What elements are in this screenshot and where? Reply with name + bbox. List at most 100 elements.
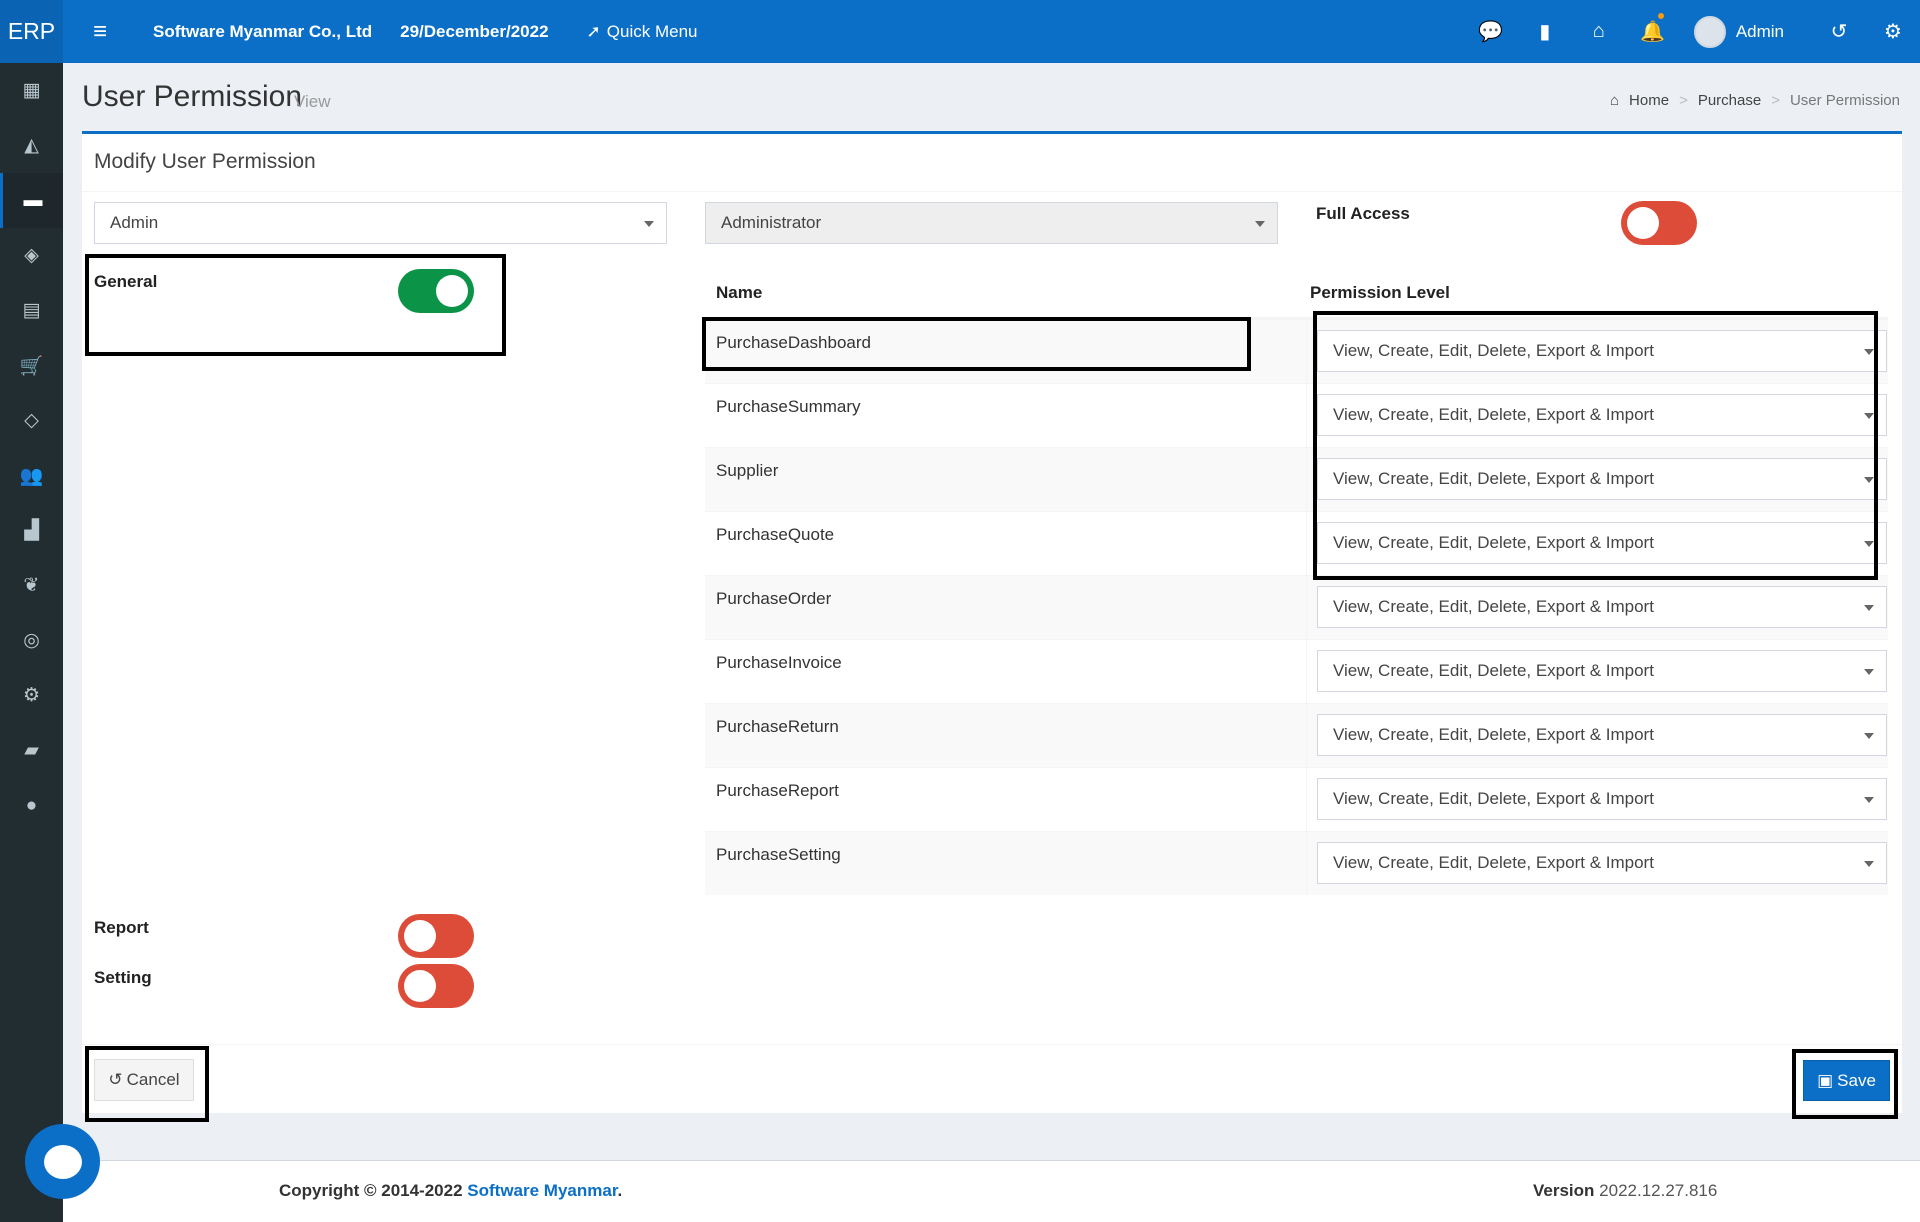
calculator-icon[interactable]: ▦ xyxy=(0,63,63,118)
chat-icon xyxy=(43,1144,82,1179)
permission-level-value: View, Create, Edit, Delete, Export & Imp… xyxy=(1333,789,1654,808)
chevron-down-icon xyxy=(644,221,654,227)
permission-level-select[interactable]: View, Create, Edit, Delete, Export & Imp… xyxy=(1317,586,1887,628)
gear-icon[interactable]: ⚙ xyxy=(1866,19,1920,44)
chevron-down-icon xyxy=(1864,669,1874,675)
full-access-label: Full Access xyxy=(1316,204,1410,223)
page-title: User Permission xyxy=(82,80,303,113)
users-icon[interactable]: 👥 xyxy=(0,448,63,503)
column-header-level: Permission Level xyxy=(1310,283,1450,302)
row-name: PurchaseQuote xyxy=(705,512,1307,575)
area-chart-icon[interactable]: ◭ xyxy=(0,118,63,173)
copyright-period: . xyxy=(617,1181,623,1200)
breadcrumb-home[interactable]: Home xyxy=(1629,92,1669,109)
highlight-save xyxy=(1792,1049,1898,1119)
clipboard-icon[interactable]: ▤ xyxy=(0,283,63,338)
permission-level-select[interactable]: View, Create, Edit, Delete, Export & Imp… xyxy=(1317,650,1887,692)
row-name: PurchaseOrder xyxy=(705,576,1307,639)
quick-menu-button[interactable]: ➚ Quick Menu xyxy=(587,22,698,42)
menu-toggle-icon[interactable]: ≡ xyxy=(75,18,125,46)
report-toggle[interactable] xyxy=(398,914,474,958)
breadcrumb-separator: > xyxy=(1679,92,1688,109)
version: Version 2022.12.27.816 xyxy=(1533,1181,1717,1201)
row-name: Supplier xyxy=(705,448,1307,511)
user-select-value: Admin xyxy=(110,213,159,232)
page-footer: Copyright © 2014-2022 Software Myanmar. … xyxy=(63,1160,1920,1222)
permission-level-value: View, Create, Edit, Delete, Export & Imp… xyxy=(1333,725,1654,744)
toggle-knob xyxy=(404,920,436,952)
bell-icon[interactable]: 🔔 xyxy=(1626,13,1680,44)
avatar[interactable] xyxy=(1693,15,1726,48)
row-name: PurchaseSetting xyxy=(705,832,1307,895)
building-icon[interactable]: ▮ xyxy=(1518,19,1572,44)
copyright: Copyright © 2014-2022 Software Myanmar. xyxy=(279,1181,622,1201)
home-icon[interactable]: ⌂ xyxy=(1572,20,1626,43)
toggle-knob xyxy=(1627,207,1659,239)
page-subtitle: View xyxy=(294,92,331,111)
row-name: PurchaseInvoice xyxy=(705,640,1307,703)
quick-menu-label: Quick Menu xyxy=(606,21,698,41)
wechat-icon[interactable]: 💬 xyxy=(1464,19,1518,44)
top-navbar: ERP ≡ Software Myanmar Co., Ltd 29/Decem… xyxy=(0,0,1920,63)
chevron-down-icon xyxy=(1864,733,1874,739)
table-row: PurchaseReport View, Create, Edit, Delet… xyxy=(705,767,1888,831)
copyright-text: Copyright © 2014-2022 xyxy=(279,1181,463,1200)
brand-logo[interactable]: ERP xyxy=(0,0,63,63)
chevron-down-icon xyxy=(1864,861,1874,867)
full-access-toggle[interactable] xyxy=(1621,201,1697,245)
permission-level-value: View, Create, Edit, Delete, Export & Imp… xyxy=(1333,597,1654,616)
role-select-value: Administrator xyxy=(721,213,822,232)
company-name: Software Myanmar Co., Ltd xyxy=(153,21,373,41)
toggle-knob xyxy=(404,970,436,1002)
permission-level-select[interactable]: View, Create, Edit, Delete, Export & Imp… xyxy=(1317,714,1887,756)
notification-dot xyxy=(1657,13,1664,19)
permission-level-value: View, Create, Edit, Delete, Export & Imp… xyxy=(1333,661,1654,680)
role-select: Administrator xyxy=(705,202,1278,244)
cog-icon[interactable]: ⚙ xyxy=(0,668,63,723)
company-link[interactable]: Software Myanmar xyxy=(467,1181,617,1200)
breadcrumb-separator: > xyxy=(1771,92,1780,109)
highlight-first-row xyxy=(702,317,1251,371)
table-row: PurchaseOrder View, Create, Edit, Delete… xyxy=(705,575,1888,639)
cart-icon[interactable]: 🛒 xyxy=(0,338,63,393)
divider xyxy=(82,191,1902,192)
permission-level-select[interactable]: View, Create, Edit, Delete, Export & Imp… xyxy=(1317,778,1887,820)
chevron-down-icon xyxy=(1255,221,1265,227)
box-title: Modify User Permission xyxy=(94,150,316,173)
table-row: PurchaseReturn View, Create, Edit, Delet… xyxy=(705,703,1888,767)
version-number: 2022.12.27.816 xyxy=(1599,1181,1718,1200)
highlight-permission-levels xyxy=(1313,311,1878,580)
history-icon[interactable]: ↺ xyxy=(1812,19,1866,44)
diamond-icon[interactable]: ◇ xyxy=(0,393,63,448)
life-ring-icon[interactable]: ◎ xyxy=(0,613,63,668)
report-label: Report xyxy=(94,918,149,937)
chevron-down-icon xyxy=(1864,605,1874,611)
setting-toggle[interactable] xyxy=(398,964,474,1008)
setting-label: Setting xyxy=(94,968,152,987)
column-header-name: Name xyxy=(716,283,763,302)
row-name: PurchaseReturn xyxy=(705,704,1307,767)
credit-card-icon[interactable]: ▬ xyxy=(0,173,63,228)
leaf-icon[interactable]: ❦ xyxy=(0,558,63,613)
cube-icon[interactable]: ◈ xyxy=(0,228,63,283)
permission-level-value: View, Create, Edit, Delete, Export & Imp… xyxy=(1333,853,1654,872)
user-name[interactable]: Admin xyxy=(1736,22,1784,42)
chat-button[interactable] xyxy=(25,1124,100,1199)
breadcrumb-current: User Permission xyxy=(1789,92,1900,109)
current-date: 29/December/2022 xyxy=(400,21,549,41)
table-row: PurchaseSetting View, Create, Edit, Dele… xyxy=(705,831,1888,895)
permission-level-select[interactable]: View, Create, Edit, Delete, Export & Imp… xyxy=(1317,842,1887,884)
home-icon: ⌂ xyxy=(1609,92,1620,109)
version-label: Version xyxy=(1533,1181,1595,1200)
user-select[interactable]: Admin xyxy=(94,202,667,244)
breadcrumb: ⌂ Home > Purchase > User Permission xyxy=(1610,92,1900,109)
row-name: PurchaseReport xyxy=(705,768,1307,831)
comment-icon[interactable]: ● xyxy=(0,778,63,833)
rocket-icon: ➚ xyxy=(586,21,601,41)
highlight-general xyxy=(85,254,506,356)
divider xyxy=(82,1044,1902,1045)
bar-chart-icon[interactable]: ▟ xyxy=(0,503,63,558)
breadcrumb-purchase[interactable]: Purchase xyxy=(1698,92,1761,109)
sidebar: ▦ ◭ ▬ ◈ ▤ 🛒 ◇ 👥 ▟ ❦ ◎ ⚙ ▰ ● xyxy=(0,63,63,1222)
book-icon[interactable]: ▰ xyxy=(0,723,63,778)
